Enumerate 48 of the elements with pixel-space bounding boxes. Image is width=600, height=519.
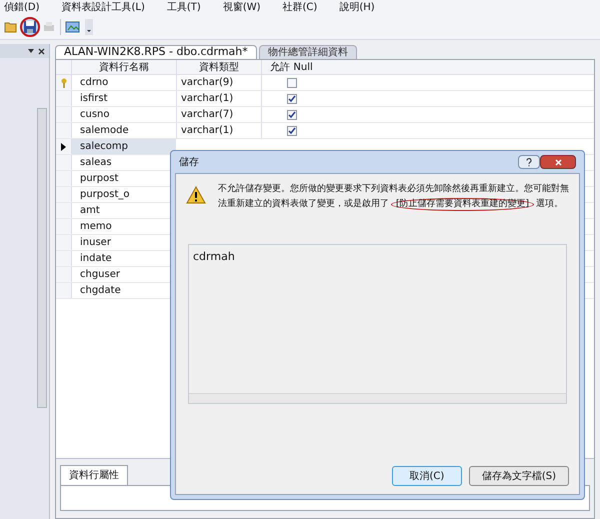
warning-icon [186, 186, 206, 204]
list-item[interactable]: cdrmah [193, 249, 562, 266]
menu-item[interactable]: 說明(H) [339, 0, 375, 14]
table-cell[interactable]: varchar(9) [176, 75, 261, 90]
menu-item[interactable]: 工具(T) [166, 0, 201, 14]
dropdown-icon[interactable] [85, 18, 93, 34]
help-button[interactable] [518, 155, 540, 169]
column-header[interactable]: 資料類型 [176, 60, 261, 74]
scrollbar[interactable] [37, 108, 47, 408]
checkbox[interactable] [286, 78, 296, 88]
menu-item[interactable]: 偵錯(D) [4, 0, 40, 14]
close-icon [554, 158, 562, 166]
dialog-title: 儲存 [179, 156, 200, 170]
folder-icon[interactable] [4, 20, 18, 32]
close-button[interactable] [540, 155, 576, 169]
table-cell[interactable]: cdrno [71, 75, 176, 90]
document-tab[interactable]: 物件總管詳細資料 [258, 45, 357, 59]
dialog-button[interactable]: 儲存為文字檔(S) [468, 466, 569, 486]
checkbox[interactable] [286, 110, 296, 120]
checkbox[interactable] [286, 126, 296, 136]
column-header[interactable]: 允許 Null [261, 60, 321, 74]
error-message: 不允許儲存變更。您所做的變更要求下列資料表必須先卸除然後再重新建立。您可能對無法重新建立的資料表做了變更，或是啟用了 [防止儲存需要資料表重建的變更] 選項。 [218, 182, 569, 212]
horizontal-scrollbar[interactable] [189, 393, 566, 403]
close-icon[interactable] [38, 48, 45, 54]
table-cell[interactable]: cusno [71, 107, 176, 122]
table-list[interactable]: cdrmah [188, 244, 567, 404]
save-icon[interactable] [22, 18, 38, 34]
row-header[interactable] [56, 139, 71, 154]
table-cell[interactable]: salecomp [71, 139, 176, 154]
printer-icon[interactable] [42, 20, 56, 34]
table-cell[interactable]: varchar(1) [176, 91, 261, 106]
table-cell[interactable]: salemode [71, 123, 176, 138]
table-cell[interactable]: isfirst [71, 91, 176, 106]
question-icon [526, 158, 532, 166]
caret-icon[interactable] [28, 48, 34, 54]
properties-tab[interactable]: 資料行屬性 [60, 465, 128, 485]
key-icon [60, 78, 66, 88]
column-header[interactable]: 資料行名稱 [71, 60, 176, 74]
image-icon[interactable] [65, 20, 81, 34]
row-pointer-icon [61, 142, 66, 150]
menu-item[interactable]: 視窗(W) [222, 0, 261, 14]
dialog-button[interactable]: 取消(C) [392, 466, 462, 486]
document-tab[interactable]: ALAN-WIN2K8.RPS - dbo.cdrmah* [55, 45, 257, 59]
table-cell[interactable]: varchar(1) [176, 123, 261, 138]
table-cell[interactable]: varchar(7) [176, 107, 261, 122]
checkbox[interactable] [286, 94, 296, 104]
menu-item[interactable]: 資料表設計工具(L) [62, 0, 145, 14]
menu-item[interactable]: 社群(C) [282, 0, 318, 14]
